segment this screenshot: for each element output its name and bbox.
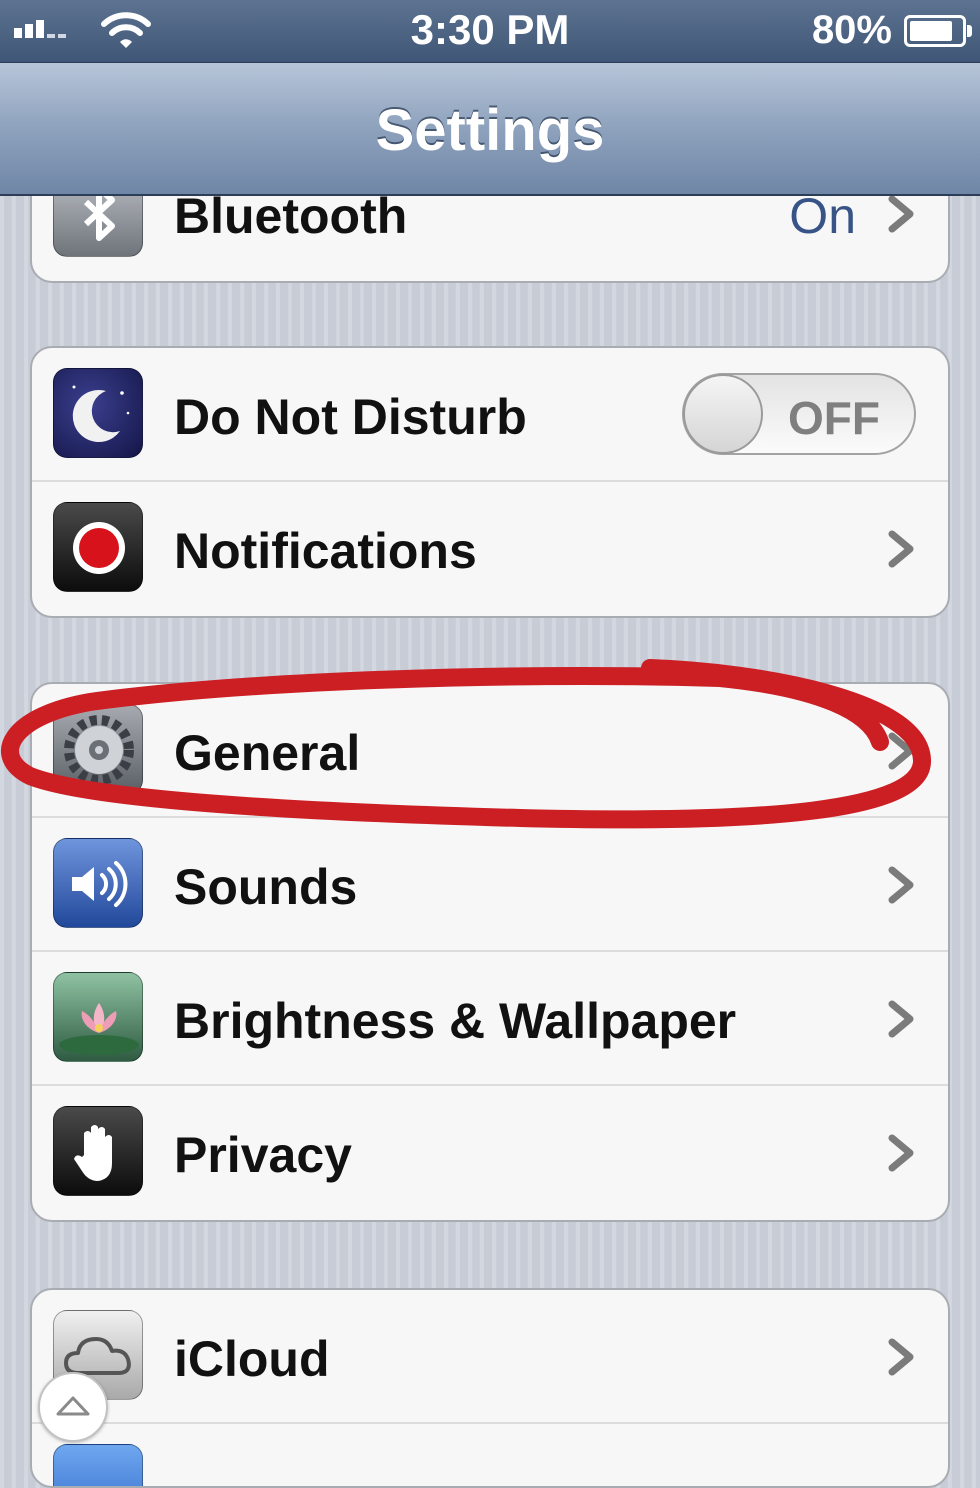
speaker-icon [53, 838, 143, 928]
moon-icon [53, 368, 143, 458]
toggle-state-label: OFF [788, 392, 880, 444]
settings-row-label: Notifications [174, 523, 477, 579]
mail-icon [53, 1444, 143, 1486]
chevron-right-icon [888, 1134, 914, 1172]
settings-row-label: iCloud [174, 1331, 330, 1387]
settings-row-label: Brightness & Wallpaper [174, 993, 737, 1049]
settings-group-alerts: Do Not Disturb OFF Notifications [30, 346, 950, 618]
page-title: Settings [375, 98, 605, 163]
navigation-bar: Settings [0, 62, 980, 196]
chevron-right-icon [888, 732, 914, 770]
flower-icon [53, 972, 143, 1062]
settings-row-sounds[interactable]: Sounds [32, 818, 948, 952]
settings-row-label: Sounds [174, 859, 358, 915]
chevron-right-icon [888, 1338, 914, 1376]
chevron-right-icon [888, 1000, 914, 1038]
hand-icon [53, 1106, 143, 1196]
settings-group-device: General Sounds Brightness & Wallpaper Pr… [30, 682, 950, 1222]
chevron-right-icon [888, 530, 914, 568]
toggle-knob[interactable] [683, 374, 763, 454]
settings-row-label: Do Not Disturb [174, 389, 527, 445]
settings-row-brightness-wallpaper[interactable]: Brightness & Wallpaper [32, 952, 948, 1086]
battery-percent: 80% [811, 8, 892, 52]
gear-icon [53, 704, 143, 794]
settings-row-icloud[interactable]: iCloud [32, 1290, 948, 1424]
settings-row-general[interactable]: General [32, 684, 948, 818]
do-not-disturb-toggle[interactable]: OFF [682, 373, 916, 455]
chevron-right-icon [888, 195, 914, 233]
status-bar: 3:30 PM 80% [0, 0, 980, 62]
settings-row-do-not-disturb: Do Not Disturb OFF [32, 348, 948, 482]
settings-row-notifications[interactable]: Notifications [32, 482, 948, 616]
settings-row-label: General [174, 725, 361, 781]
chevron-right-icon [888, 866, 914, 904]
settings-row-privacy[interactable]: Privacy [32, 1086, 948, 1220]
settings-row-label: Privacy [174, 1127, 352, 1183]
settings-group-accounts: iCloud [30, 1288, 950, 1488]
notifications-icon [53, 502, 143, 592]
battery-icon [904, 15, 972, 47]
scroll-up-button[interactable] [38, 1372, 108, 1442]
triangle-up-icon [56, 1396, 90, 1416]
settings-row-mail[interactable] [32, 1424, 948, 1486]
